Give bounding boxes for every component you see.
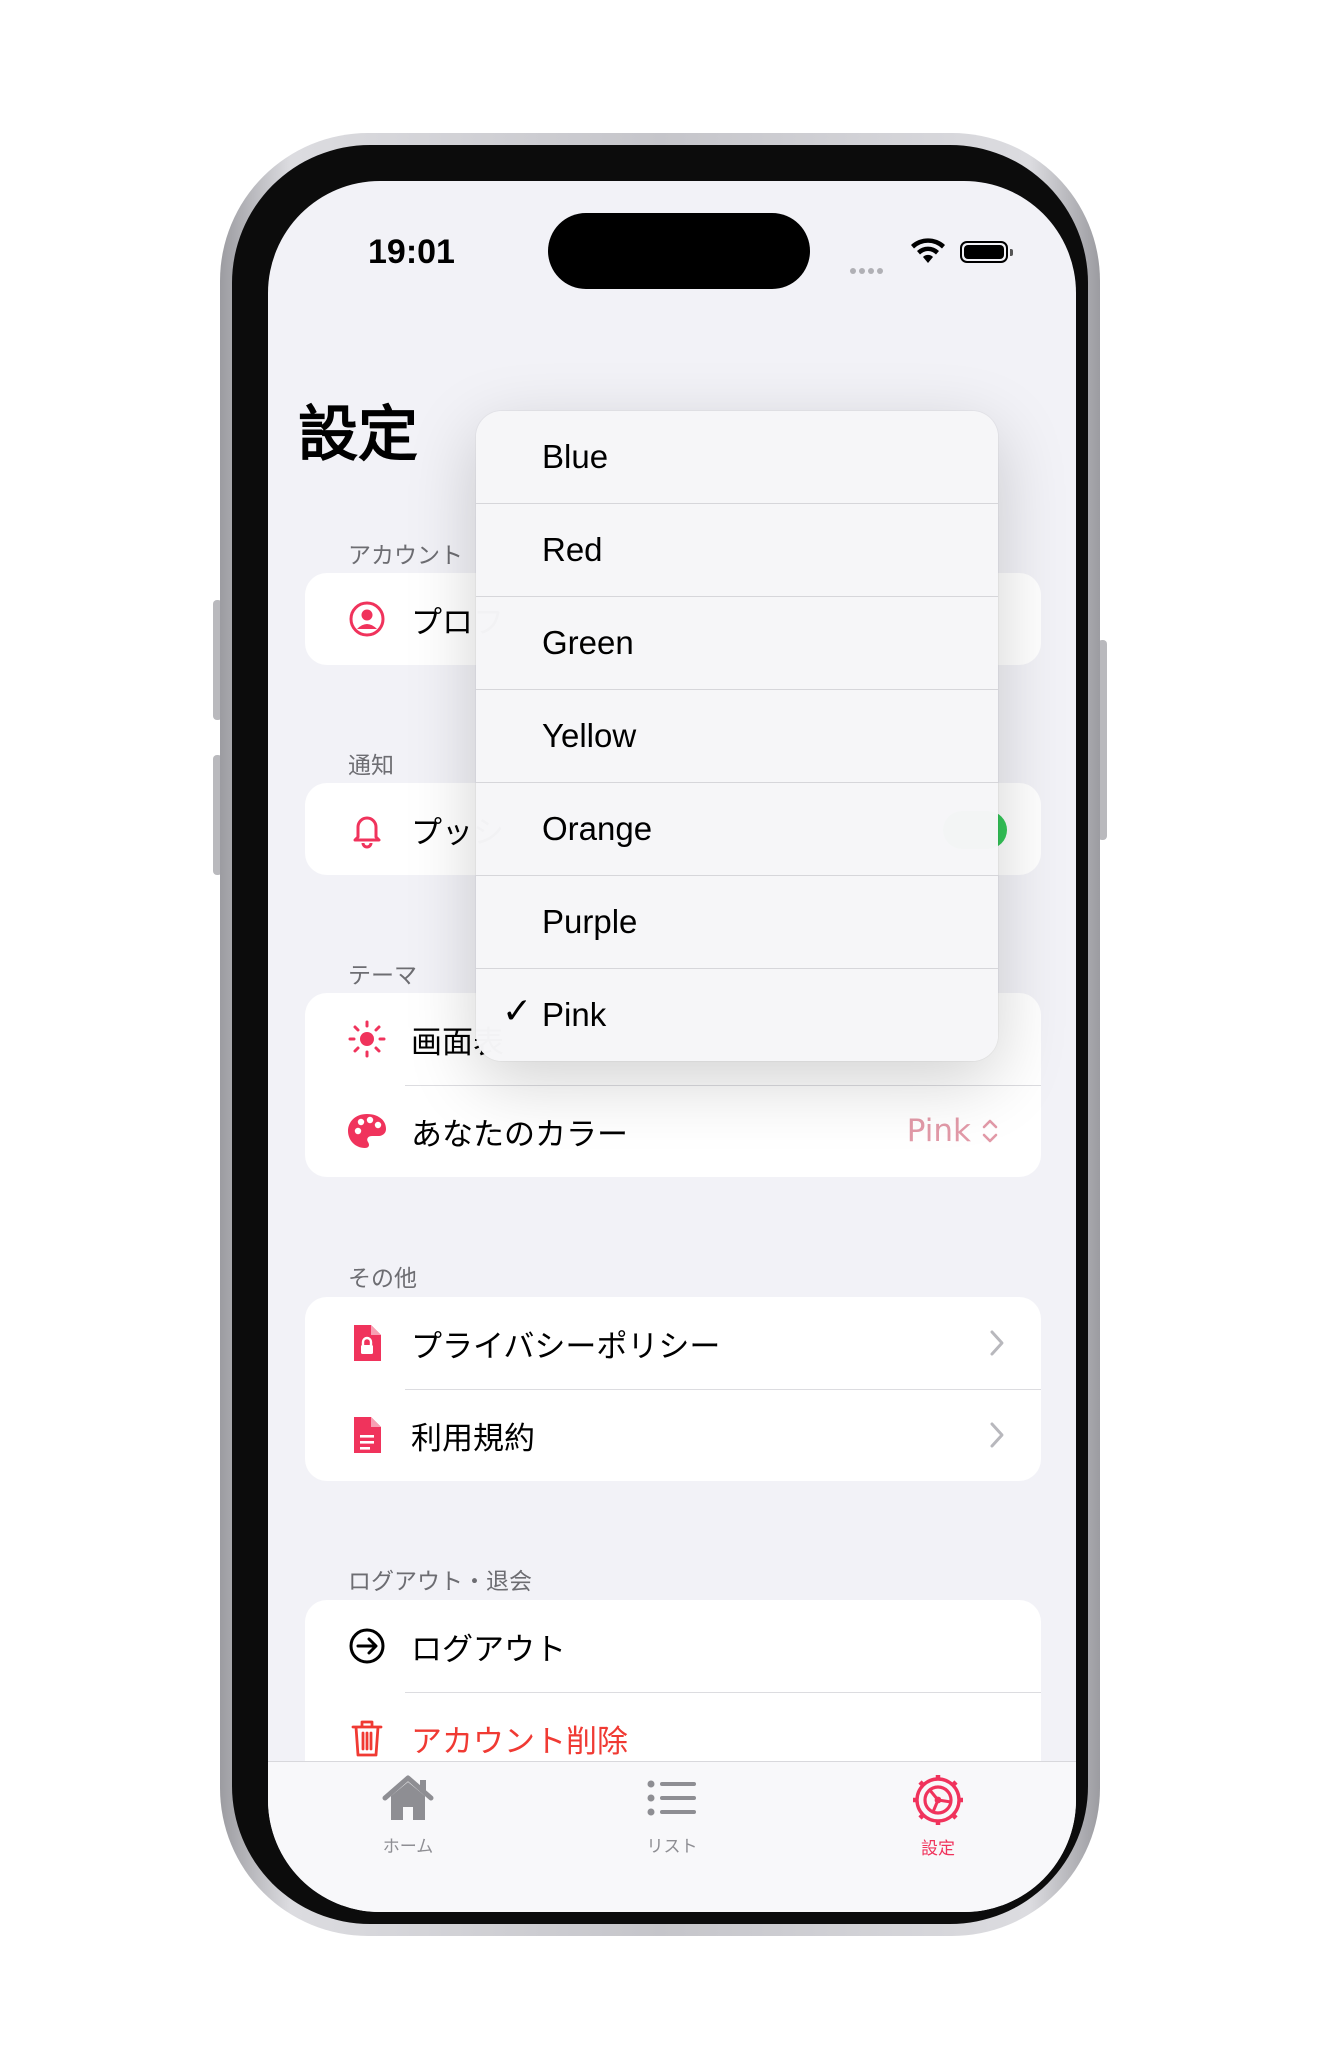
section-header-other: その他 [348, 1266, 417, 1292]
color-picker-menu: Blue Red Green Yellow Orange Purple ✓ Pink [476, 411, 998, 1061]
tab-home[interactable]: ホーム [328, 1774, 488, 1857]
color-option-label: Pink [542, 996, 607, 1033]
cellular-signal-icon [850, 259, 892, 274]
color-option-label: Orange [542, 810, 653, 847]
color-option-orange[interactable]: Orange [476, 782, 998, 875]
lock-document-icon [345, 1321, 389, 1365]
phone-screen: 19:01 設定 アカウント プロフ 通知 プッシ テーマ 画面表 あなたのカラ… [268, 181, 1076, 1912]
your-color-row[interactable]: あなたのカラー Pink [305, 1085, 1041, 1177]
color-option-red[interactable]: Red [476, 503, 998, 596]
color-option-blue[interactable]: Blue [476, 411, 998, 503]
tab-list-label: リスト [646, 1837, 698, 1857]
color-option-label: Red [542, 531, 603, 568]
color-option-purple[interactable]: Purple [476, 875, 998, 968]
sun-icon [345, 1017, 389, 1061]
tab-settings[interactable]: 設定 [858, 1774, 1018, 1859]
document-icon [345, 1413, 389, 1457]
color-option-label: Blue [542, 438, 609, 475]
house-icon [382, 1775, 434, 1820]
tab-home-label: ホーム [382, 1837, 434, 1857]
color-option-label: Green [542, 624, 634, 661]
section-header-theme: テーマ [348, 963, 417, 989]
tab-bar: ホーム リスト 設定 [268, 1761, 1076, 1912]
logout-row[interactable]: ログアウト [305, 1600, 1041, 1692]
chevron-right-icon [990, 1330, 1004, 1356]
list-bullet-icon [647, 1780, 696, 1816]
color-option-pink[interactable]: ✓ Pink [476, 968, 998, 1061]
other-card: プライバシーポリシー 利用規約 [305, 1297, 1041, 1481]
phone-frame: 19:01 設定 アカウント プロフ 通知 プッシ テーマ 画面表 あなたのカラ… [220, 133, 1100, 1936]
status-time: 19:01 [368, 233, 455, 271]
wifi-icon [911, 238, 945, 263]
chevron-right-icon [990, 1422, 1004, 1448]
color-option-yellow[interactable]: Yellow [476, 689, 998, 782]
gear-icon [913, 1775, 963, 1825]
color-picker-value[interactable]: Pink [907, 1113, 999, 1149]
page-title: 設定 [298, 400, 418, 470]
terms-label: 利用規約 [411, 1420, 535, 1457]
phone-bezel: 19:01 設定 アカウント プロフ 通知 プッシ テーマ 画面表 あなたのカラ… [232, 145, 1088, 1924]
person-circle-icon [345, 597, 389, 641]
delete-account-label: アカウント削除 [411, 1723, 628, 1760]
section-header-logout: ログアウト・退会 [348, 1569, 532, 1595]
your-color-label: あなたのカラー [411, 1116, 628, 1153]
color-option-label: Yellow [542, 717, 637, 754]
section-header-notifications: 通知 [348, 753, 394, 779]
tab-settings-label: 設定 [921, 1839, 955, 1859]
palette-icon [345, 1109, 389, 1153]
logout-label: ログアウト [411, 1631, 566, 1668]
color-option-label: Purple [542, 903, 638, 940]
arrow-right-circle-icon [345, 1624, 389, 1668]
dynamic-island [548, 213, 810, 289]
checkmark-icon: ✓ [502, 991, 533, 1032]
tab-list[interactable]: リスト [592, 1774, 752, 1857]
trash-icon [345, 1716, 389, 1760]
terms-row[interactable]: 利用規約 [305, 1389, 1041, 1481]
bell-icon [345, 807, 389, 851]
section-header-account: アカウント [348, 543, 463, 569]
color-option-green[interactable]: Green [476, 596, 998, 689]
privacy-policy-label: プライバシーポリシー [411, 1328, 721, 1365]
color-value-text: Pink [906, 1113, 971, 1149]
chevron-up-down-icon [982, 1119, 998, 1143]
battery-icon [960, 241, 1013, 263]
logout-card: ログアウト アカウント削除 [305, 1600, 1041, 1784]
privacy-policy-row[interactable]: プライバシーポリシー [305, 1297, 1041, 1389]
